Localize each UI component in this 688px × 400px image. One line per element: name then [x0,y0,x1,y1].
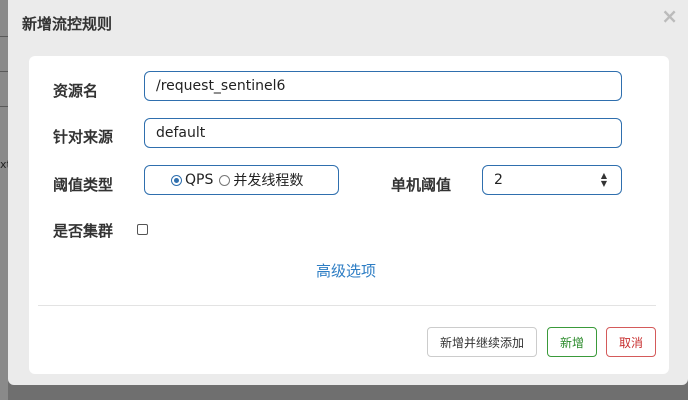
radio-unselected-icon [219,174,231,186]
cluster-checkbox[interactable] [137,224,148,235]
threshold-type-radio-group: QPS 并发线程数 [144,165,339,195]
cluster-label: 是否集群 [53,222,114,240]
single-threshold-value: 2 [494,172,503,188]
single-threshold-input[interactable]: 2 ▲ ▼ [482,165,622,195]
resource-name-value: /request_sentinel6 [156,78,286,94]
radio-qps-label: QPS [185,172,214,188]
background-page-edge: xt [0,0,8,400]
resource-name-input[interactable]: /request_sentinel6 [144,71,622,101]
source-value: default [156,125,206,141]
advanced-options-link[interactable]: 高级选项 [316,260,376,281]
threshold-type-label: 阈值类型 [53,176,114,194]
cancel-button[interactable]: 取消 [606,327,656,357]
background-divider [0,106,8,107]
source-input[interactable]: default [144,118,622,148]
close-icon[interactable]: × [661,4,678,28]
number-stepper-icon[interactable]: ▲ ▼ [601,172,607,188]
background-divider [0,36,8,37]
background-text: xt [0,158,8,171]
dialog-title: 新增流控规则 [22,15,113,33]
resource-name-label: 资源名 [53,82,99,100]
dialog-body: 资源名 /request_sentinel6 针对来源 default 阈值类型… [29,56,669,374]
radio-selected-icon [171,174,182,186]
radio-qps[interactable]: QPS [171,172,213,188]
single-threshold-label: 单机阈值 [391,176,452,194]
radio-concurrent-threads-label: 并发线程数 [233,173,304,189]
source-label: 针对来源 [53,128,114,146]
radio-concurrent-threads[interactable]: 并发线程数 [219,170,303,190]
background-divider [0,71,8,72]
footer-divider [38,305,656,306]
add-and-continue-button[interactable]: 新增并继续添加 [427,327,537,357]
add-button[interactable]: 新增 [547,327,597,357]
add-flow-rule-dialog: 新增流控规则 × 资源名 /request_sentinel6 针对来源 def… [8,0,688,385]
